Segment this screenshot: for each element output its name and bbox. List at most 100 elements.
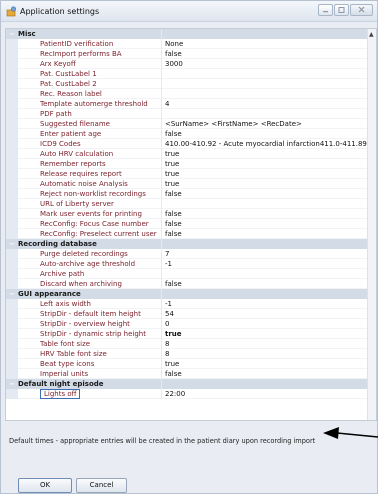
property-value[interactable]: false — [165, 49, 368, 59]
property-value[interactable]: 3000 — [165, 59, 368, 69]
property-row[interactable]: Mark user events for printing false — [6, 209, 368, 219]
row-gutter — [6, 389, 18, 399]
property-row[interactable]: Discard when archiving false — [6, 279, 368, 289]
property-name: ICD9 Codes — [40, 139, 160, 149]
property-name: Suggested filename — [40, 119, 160, 129]
property-row[interactable]: Release requires report true — [6, 169, 368, 179]
property-row[interactable]: Rec. Reason label — [6, 89, 368, 99]
row-gutter — [6, 309, 18, 319]
property-value[interactable]: false — [165, 209, 368, 219]
row-gutter — [6, 149, 18, 159]
property-value[interactable]: false — [165, 129, 368, 139]
property-value[interactable]: false — [165, 189, 368, 199]
property-value[interactable] — [165, 199, 368, 209]
property-value[interactable]: 0 — [165, 319, 368, 329]
property-row[interactable]: RecConfig: Preselect current user false — [6, 229, 368, 239]
property-value[interactable]: 54 — [165, 309, 368, 319]
scroll-up-icon[interactable]: ▲ — [369, 31, 374, 38]
property-name: Enter patient age — [40, 129, 160, 139]
property-row[interactable]: StripDir - dynamic strip height true — [6, 329, 368, 339]
property-value[interactable] — [165, 69, 368, 79]
property-value[interactable] — [165, 109, 368, 119]
property-value[interactable]: None — [165, 39, 368, 49]
cancel-button[interactable]: Cancel — [76, 478, 127, 493]
property-value[interactable] — [165, 89, 368, 99]
property-value[interactable]: 8 — [165, 339, 368, 349]
property-row[interactable]: Imperial units false — [6, 369, 368, 379]
minimize-button[interactable] — [318, 4, 333, 16]
property-value[interactable]: -1 — [165, 259, 368, 269]
property-value[interactable] — [165, 79, 368, 89]
property-value[interactable]: true — [165, 149, 368, 159]
property-row[interactable]: Left axis width -1 — [6, 299, 368, 309]
property-value[interactable]: 4 — [165, 99, 368, 109]
property-value[interactable]: false — [165, 219, 368, 229]
property-value[interactable]: false — [165, 369, 368, 379]
property-row[interactable]: Beat type icons true — [6, 359, 368, 369]
property-value[interactable]: -1 — [165, 299, 368, 309]
property-value[interactable]: false — [165, 279, 368, 289]
property-row[interactable]: RecConfig: Focus Case number false — [6, 219, 368, 229]
collapse-icon[interactable]: − — [8, 240, 16, 248]
close-button[interactable] — [350, 4, 373, 16]
ok-button[interactable]: OK — [18, 478, 72, 493]
property-row[interactable]: ICD9 Codes 410.00-410.92 - Acute myocardi… — [6, 139, 368, 149]
property-name-text: Auto HRV calculation — [40, 150, 114, 158]
property-value[interactable] — [165, 269, 368, 279]
property-row[interactable]: Arx Keyoff 3000 — [6, 59, 368, 69]
property-row[interactable]: PDF path — [6, 109, 368, 119]
property-row[interactable]: Reject non-worklist recordings false — [6, 189, 368, 199]
row-gutter — [6, 69, 18, 79]
collapse-icon[interactable]: − — [8, 380, 16, 388]
property-value[interactable]: true — [165, 169, 368, 179]
property-name-text: Beat type icons — [40, 360, 95, 368]
property-row[interactable]: StripDir - overview height 0 — [6, 319, 368, 329]
property-value[interactable]: 22:00 — [165, 389, 368, 399]
property-row[interactable]: Auto-archive age threshold -1 — [6, 259, 368, 269]
column-splitter[interactable] — [161, 29, 162, 399]
category-row[interactable]: − GUI appearance — [6, 289, 368, 299]
maximize-button[interactable] — [334, 4, 349, 16]
property-value[interactable]: <SurName> <FirstName> <RecDate> — [165, 119, 368, 129]
property-name-text: Mark user events for printing — [40, 210, 142, 218]
row-gutter — [6, 269, 18, 279]
property-row[interactable]: Template automerge threshold 4 — [6, 99, 368, 109]
property-value[interactable]: false — [165, 229, 368, 239]
property-row[interactable]: URL of Liberty server — [6, 199, 368, 209]
property-row[interactable]: Auto HRV calculation true — [6, 149, 368, 159]
property-row[interactable]: Automatic noise Analysis true — [6, 179, 368, 189]
property-value[interactable]: 8 — [165, 349, 368, 359]
property-row[interactable]: Pat. CustLabel 1 — [6, 69, 368, 79]
category-row[interactable]: − Misc — [6, 29, 368, 39]
property-row[interactable]: Enter patient age false — [6, 129, 368, 139]
row-gutter — [6, 99, 18, 109]
category-row[interactable]: − Recording database — [6, 239, 368, 249]
property-row[interactable]: Suggested filename <SurName> <FirstName> … — [6, 119, 368, 129]
property-row[interactable]: PatientID verification None — [6, 39, 368, 49]
property-value[interactable]: 410.00-410.92 - Acute myocardial infarct… — [165, 139, 368, 149]
collapse-icon[interactable]: − — [8, 290, 16, 298]
collapse-icon[interactable]: − — [8, 30, 16, 38]
property-value[interactable]: true — [165, 179, 368, 189]
property-row[interactable]: Remember reports true — [6, 159, 368, 169]
property-row[interactable]: HRV Table font size 8 — [6, 349, 368, 359]
property-name-text: Template automerge threshold — [40, 100, 148, 108]
property-value[interactable]: 7 — [165, 249, 368, 259]
property-value[interactable]: true — [165, 159, 368, 169]
property-row[interactable]: RecImport performs BA false — [6, 49, 368, 59]
property-row[interactable]: Lights off 22:00 — [6, 389, 368, 399]
property-value[interactable]: true — [165, 359, 368, 369]
property-grid[interactable]: − Misc PatientID verification None RecImport… — [5, 28, 377, 421]
property-row[interactable]: Purge deleted recordings 7 — [6, 249, 368, 259]
property-name-text: Suggested filename — [40, 120, 110, 128]
property-row[interactable]: StripDir - default item height 54 — [6, 309, 368, 319]
property-row[interactable]: Archive path — [6, 269, 368, 279]
property-row[interactable]: Pat. CustLabel 2 — [6, 79, 368, 89]
category-row[interactable]: − Default night episode — [6, 379, 368, 389]
row-gutter — [6, 79, 18, 89]
vertical-scrollbar[interactable]: ▲ — [367, 29, 376, 420]
row-gutter — [6, 179, 18, 189]
property-row[interactable]: Table font size 8 — [6, 339, 368, 349]
property-name-text: Release requires report — [40, 170, 122, 178]
property-value[interactable]: true — [165, 329, 368, 339]
